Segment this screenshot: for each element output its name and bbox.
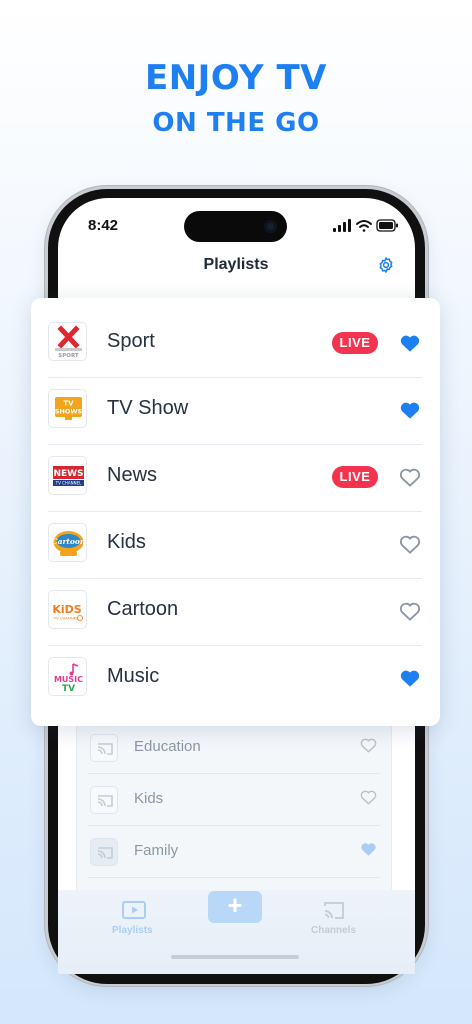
tv-shows-logo: TV SHOWS: [48, 389, 87, 428]
playlist-row-tv-show[interactable]: TV SHOWS TV Show: [48, 377, 422, 444]
playlist-label: Sport: [107, 330, 155, 352]
tv-shows-logo-text-bottom: SHOWS: [55, 408, 83, 416]
status-time: 8:42: [88, 217, 119, 234]
wifi-icon: [356, 220, 372, 232]
heart-outline-icon[interactable]: [360, 737, 377, 753]
screen-title: Playlists: [203, 256, 269, 273]
add-button[interactable]: +: [208, 891, 262, 923]
play-icon[interactable]: [122, 901, 146, 921]
heart-outline-icon[interactable]: [399, 467, 421, 487]
music-tv-logo: MUSIC TV: [48, 657, 87, 696]
headline: ENJOY TV: [145, 58, 327, 98]
cast-icon: [90, 838, 118, 866]
battery-icon: [376, 219, 398, 232]
cartoon-logo-text: Cartoon: [52, 537, 86, 546]
playlist-row-kids[interactable]: Cartoon Kids: [48, 511, 422, 578]
home-indicator: [171, 955, 299, 959]
live-badge: LIVE: [332, 466, 378, 488]
playlist-label: News: [107, 464, 158, 486]
list-item-label: Kids: [134, 790, 164, 807]
music-logo-text-top: MUSIC: [54, 675, 83, 684]
playlist-label: TV Show: [107, 397, 189, 419]
list-item-label: Education: [134, 738, 201, 755]
heart-filled-icon[interactable]: [360, 841, 377, 857]
playlist-label: Cartoon: [107, 598, 179, 620]
cellular-signal-icon: [333, 219, 351, 232]
playlist-row-sport[interactable]: SPORT Sport LIVE: [48, 310, 422, 377]
kids-logo-subtext: TV CHANNEL: [53, 616, 79, 621]
heart-filled-icon[interactable]: [399, 333, 421, 353]
playlist-label: Music: [107, 665, 160, 687]
heart-outline-icon[interactable]: [360, 789, 377, 805]
sport-logo-text: SPORT: [58, 353, 79, 359]
list-item-label: Family: [134, 842, 179, 859]
playlist-row-cartoon[interactable]: KiDS TV CHANNEL Cartoon: [48, 578, 422, 645]
cast-icon[interactable]: [322, 901, 346, 921]
playlist-label: Kids: [107, 531, 146, 553]
playlist-row-news[interactable]: NEWS TV CHANNEL News LIVE: [48, 444, 422, 511]
cartoon-logo: Cartoon: [48, 523, 87, 562]
tab-playlists[interactable]: Playlists: [112, 925, 153, 936]
heart-filled-icon[interactable]: [399, 400, 421, 420]
news-logo: NEWS TV CHANNEL: [48, 456, 87, 495]
kids-logo-text: KiDS: [52, 603, 81, 616]
heart-outline-icon[interactable]: [399, 601, 421, 621]
list-item[interactable]: Kids: [88, 774, 380, 826]
list-item[interactable]: Education: [88, 722, 380, 774]
live-badge: LIVE: [332, 332, 378, 354]
heart-outline-icon[interactable]: [399, 534, 421, 554]
heart-filled-icon[interactable]: [399, 668, 421, 688]
status-icons: [333, 219, 398, 232]
subheadline: ON THE GO: [152, 108, 320, 138]
list-item[interactable]: Family: [88, 826, 380, 878]
gear-icon[interactable]: [377, 256, 395, 274]
tab-channels[interactable]: Channels: [311, 925, 356, 936]
news-logo-text: NEWS: [53, 469, 83, 479]
sport-logo: SPORT: [48, 322, 87, 361]
cast-icon: [90, 786, 118, 814]
news-logo-subtext: TV CHANNEL: [55, 481, 83, 486]
kids-tv-logo: KiDS TV CHANNEL: [48, 590, 87, 629]
cast-icon: [90, 734, 118, 762]
playlist-row-music[interactable]: MUSIC TV Music: [48, 645, 422, 712]
front-camera: [264, 220, 277, 233]
music-logo-text-bottom: TV: [62, 684, 75, 694]
tv-shows-logo-text-top: TV: [63, 400, 74, 408]
